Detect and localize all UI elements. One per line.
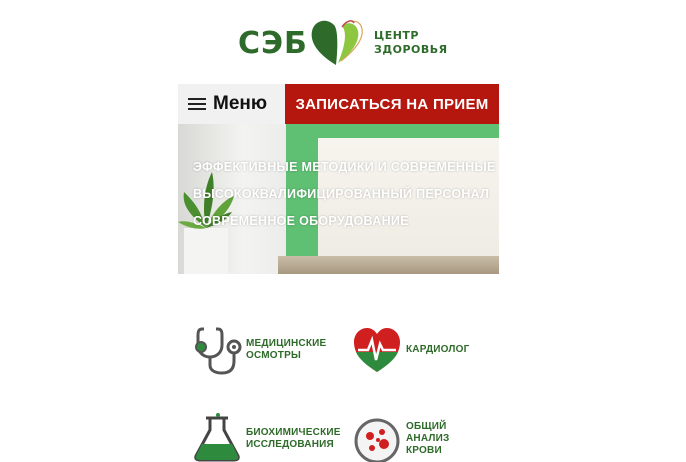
- service-label: КАРДИОЛОГ: [406, 344, 469, 356]
- service-label-line: БИОХИМИЧЕСКИЕ: [246, 427, 341, 438]
- service-label-line: ОБЩИЙ: [406, 421, 447, 432]
- service-label-line: МЕДИЦИНСКИЕ: [246, 338, 327, 349]
- hamburger-icon: [188, 98, 206, 110]
- service-label: БИОХИМИЧЕСКИЕ ИССЛЕДОВАНИЯ: [246, 427, 341, 451]
- book-appointment-button[interactable]: ЗАПИСАТЬСЯ НА ПРИЕМ: [285, 84, 499, 124]
- blood-test-icon: [354, 418, 400, 462]
- service-biochemistry[interactable]: БИОХИМИЧЕСКИЕ ИССЛЕДОВАНИЯ: [192, 412, 341, 462]
- heart-pulse-icon: [354, 328, 400, 372]
- service-label: ОБЩИЙ АНАЛИЗ КРОВИ: [406, 421, 449, 457]
- hero-line-1: ЭФФЕКТИВНЫЕ МЕТОДИКИ И СОВРЕМЕННЫЕ: [193, 160, 496, 174]
- hero-line-3: СОВРЕМЕННОЕ ОБОРУДОВАНИЕ: [193, 214, 409, 228]
- logo-subtitle: ЦЕНТР ЗДОРОВЬЯ: [374, 29, 448, 57]
- service-label: МЕДИЦИНСКИЕ ОСМОТРЫ: [246, 338, 326, 362]
- logo-subtitle-line1: ЦЕНТР: [374, 29, 419, 42]
- hero-line-2: ВЫСОКОКВАЛИФИЦИРОВАННЫЙ ПЕРСОНАЛ: [193, 187, 490, 201]
- site-logo[interactable]: СЭБ ЦЕНТР ЗДОРОВЬЯ: [236, 17, 456, 69]
- service-label-line: ИССЛЕДОВАНИЯ: [246, 439, 334, 450]
- service-blood-test[interactable]: ОБЩИЙ АНАЛИЗ КРОВИ: [352, 416, 449, 462]
- flask-icon: [194, 413, 240, 462]
- service-label-line: КРОВИ: [406, 445, 442, 456]
- logo-abbr: СЭБ: [238, 26, 308, 61]
- service-cardiologist[interactable]: КАРДИОЛОГ: [352, 326, 469, 374]
- nav-bar: Меню ЗАПИСАТЬСЯ НА ПРИЕМ: [178, 84, 499, 124]
- service-label-line: ОСМОТРЫ: [246, 350, 301, 361]
- service-label-line: АНАЛИЗ: [406, 433, 450, 444]
- hero-banner: ЭФФЕКТИВНЫЕ МЕТОДИКИ И СОВРЕМЕННЫЕ ВЫСОК…: [178, 124, 499, 274]
- service-medical-exams[interactable]: МЕДИЦИНСКИЕ ОСМОТРЫ: [192, 325, 326, 375]
- menu-label: Меню: [213, 93, 268, 114]
- stethoscope-icon: [195, 327, 242, 375]
- menu-button[interactable]: Меню: [178, 84, 285, 124]
- hero-floor: [278, 256, 499, 274]
- service-label-line: КАРДИОЛОГ: [406, 344, 470, 355]
- logo-heart-icon: [311, 20, 363, 66]
- logo-subtitle-line2: ЗДОРОВЬЯ: [374, 43, 448, 56]
